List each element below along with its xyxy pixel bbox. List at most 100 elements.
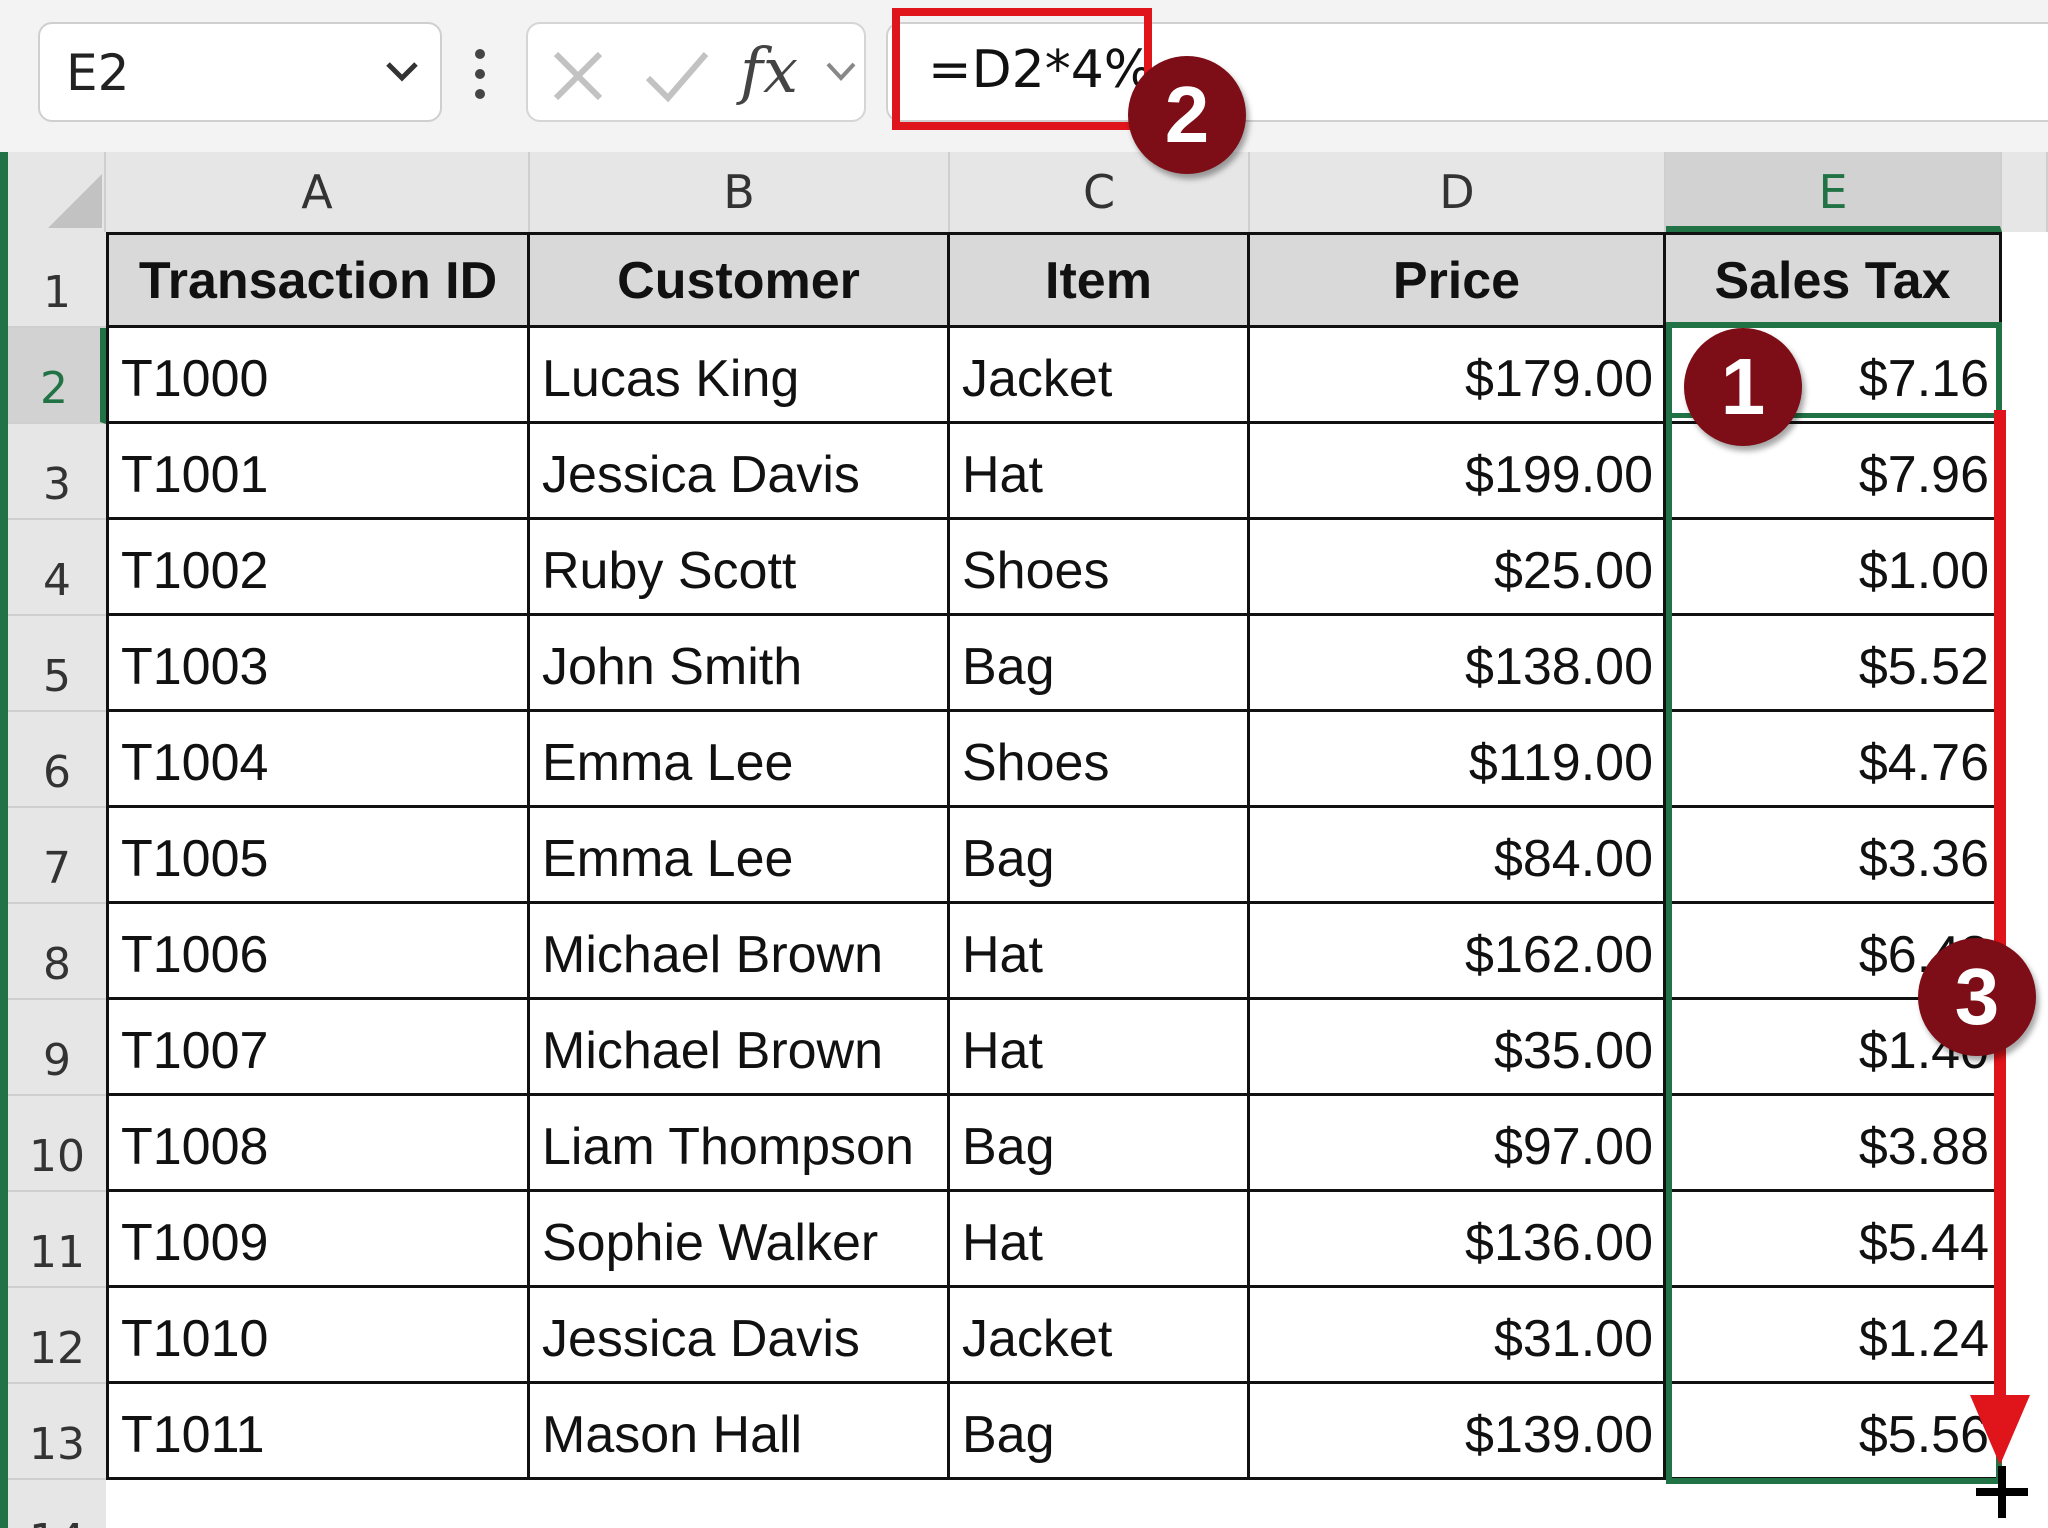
cell-value: Michael Brown	[542, 926, 884, 984]
table-cell[interactable]: $3.88	[1666, 1096, 2002, 1192]
row-header-2[interactable]: 2	[8, 328, 106, 424]
cell-value: Hat	[962, 446, 1043, 504]
table-cell[interactable]: Michael Brown	[530, 904, 950, 1000]
table-cell[interactable]: $35.00	[1250, 1000, 1666, 1096]
table-cell[interactable]: Bag	[950, 616, 1250, 712]
table-cell[interactable]: $179.00	[1250, 328, 1666, 424]
row-number: 10	[29, 1131, 85, 1182]
table-cell[interactable]: $97.00	[1250, 1096, 1666, 1192]
column-header-f[interactable]	[2002, 152, 2048, 232]
column-header-b[interactable]: B	[530, 152, 950, 232]
table-cell[interactable]: $4.76	[1666, 712, 2002, 808]
table-cell[interactable]: $3.36	[1666, 808, 2002, 904]
table-cell[interactable]: T1010	[106, 1288, 530, 1384]
table-cell[interactable]: Bag	[950, 808, 1250, 904]
row-number: 7	[43, 843, 71, 894]
table-cell[interactable]: Jacket	[950, 1288, 1250, 1384]
table-cell[interactable]: $162.00	[1250, 904, 1666, 1000]
table-cell[interactable]: Emma Lee	[530, 808, 950, 904]
cancel-icon[interactable]	[548, 48, 608, 104]
table-cell[interactable]: Michael Brown	[530, 1000, 950, 1096]
table-cell[interactable]: Jessica Davis	[530, 1288, 950, 1384]
table-cell[interactable]: T1011	[106, 1384, 530, 1480]
table-cell[interactable]: T1004	[106, 712, 530, 808]
select-all-triangle-icon[interactable]	[48, 174, 102, 228]
cell-value: T1003	[121, 638, 269, 696]
row-header-8[interactable]: 8	[8, 904, 106, 1000]
table-cell[interactable]: T1000	[106, 328, 530, 424]
cell-value: $136.00	[1465, 1214, 1653, 1272]
table-cell[interactable]: T1003	[106, 616, 530, 712]
table-cell[interactable]: Emma Lee	[530, 712, 950, 808]
table-cell[interactable]: Sophie Walker	[530, 1192, 950, 1288]
table-header-cell[interactable]: Sales Tax	[1666, 232, 2002, 328]
table-cell[interactable]: Liam Thompson	[530, 1096, 950, 1192]
table-cell[interactable]: Lucas King	[530, 328, 950, 424]
table-cell[interactable]: Hat	[950, 424, 1250, 520]
table-cell[interactable]: Jacket	[950, 328, 1250, 424]
table-cell[interactable]: $5.56	[1666, 1384, 2002, 1480]
row-header-6[interactable]: 6	[8, 712, 106, 808]
table-cell[interactable]: Shoes	[950, 712, 1250, 808]
table-cell[interactable]: T1001	[106, 424, 530, 520]
table-cell[interactable]: $136.00	[1250, 1192, 1666, 1288]
table-cell[interactable]: Ruby Scott	[530, 520, 950, 616]
chevron-down-icon[interactable]	[824, 58, 858, 84]
table-cell[interactable]: T1002	[106, 520, 530, 616]
table-cell[interactable]: T1007	[106, 1000, 530, 1096]
table-cell[interactable]: Hat	[950, 904, 1250, 1000]
table-header-cell[interactable]: Price	[1250, 232, 1666, 328]
table-cell[interactable]: Hat	[950, 1000, 1250, 1096]
table-cell[interactable]: T1005	[106, 808, 530, 904]
table-cell[interactable]: $199.00	[1250, 424, 1666, 520]
row-header-3[interactable]: 3	[8, 424, 106, 520]
row-header-5[interactable]: 5	[8, 616, 106, 712]
table-cell[interactable]: T1008	[106, 1096, 530, 1192]
more-options-icon[interactable]	[470, 44, 490, 104]
table-cell[interactable]: T1009	[106, 1192, 530, 1288]
table-cell[interactable]: Bag	[950, 1384, 1250, 1480]
table-cell[interactable]: Jessica Davis	[530, 424, 950, 520]
table-cell[interactable]: T1006	[106, 904, 530, 1000]
enter-check-icon[interactable]	[642, 48, 712, 104]
table-cell[interactable]: $119.00	[1250, 712, 1666, 808]
table-cell[interactable]: Shoes	[950, 520, 1250, 616]
table-header-cell[interactable]: Item	[950, 232, 1250, 328]
column-header-d[interactable]: D	[1250, 152, 1666, 232]
cell-value: Transaction ID	[138, 252, 498, 310]
table-cell[interactable]: Mason Hall	[530, 1384, 950, 1480]
row-number: 5	[43, 651, 71, 702]
table-cell[interactable]: $139.00	[1250, 1384, 1666, 1480]
row-header-13[interactable]: 13	[8, 1384, 106, 1480]
table-cell[interactable]: $5.44	[1666, 1192, 2002, 1288]
select-all-corner[interactable]	[8, 152, 106, 232]
table-cell[interactable]: $5.52	[1666, 616, 2002, 712]
table-cell[interactable]: $138.00	[1250, 616, 1666, 712]
table-cell[interactable]: $31.00	[1250, 1288, 1666, 1384]
cell-value: $138.00	[1465, 638, 1653, 696]
row-header-12[interactable]: 12	[8, 1288, 106, 1384]
chevron-down-icon[interactable]	[382, 56, 422, 86]
row-header-11[interactable]: 11	[8, 1192, 106, 1288]
row-header-9[interactable]: 9	[8, 1000, 106, 1096]
fill-handle-cursor-icon[interactable]	[1972, 1462, 2032, 1522]
row-header-1[interactable]: 1	[8, 232, 106, 328]
row-header-10[interactable]: 10	[8, 1096, 106, 1192]
row-header-14[interactable]: 14	[8, 1480, 106, 1528]
table-cell[interactable]: $1.24	[1666, 1288, 2002, 1384]
table-cell[interactable]: John Smith	[530, 616, 950, 712]
table-cell[interactable]: $25.00	[1250, 520, 1666, 616]
name-box[interactable]: E2	[38, 22, 442, 122]
table-cell[interactable]: $84.00	[1250, 808, 1666, 904]
row-header-4[interactable]: 4	[8, 520, 106, 616]
name-box-value[interactable]: E2	[66, 44, 129, 102]
column-header-a[interactable]: A	[106, 152, 530, 232]
table-cell[interactable]: Hat	[950, 1192, 1250, 1288]
column-header-e[interactable]: E	[1666, 152, 2002, 232]
table-header-cell[interactable]: Transaction ID	[106, 232, 530, 328]
table-header-cell[interactable]: Customer	[530, 232, 950, 328]
row-header-7[interactable]: 7	[8, 808, 106, 904]
table-cell[interactable]: Bag	[950, 1096, 1250, 1192]
insert-function-icon[interactable]: fx	[740, 34, 798, 107]
table-cell[interactable]: $1.00	[1666, 520, 2002, 616]
